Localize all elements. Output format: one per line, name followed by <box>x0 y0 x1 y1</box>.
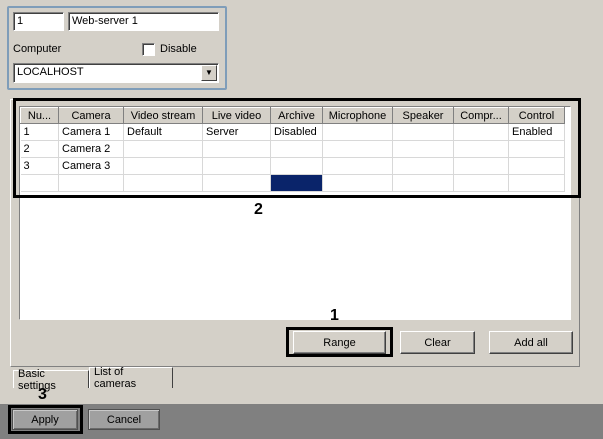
server-name-field[interactable]: Web-server 1 <box>68 12 219 31</box>
callout-number-2: 2 <box>254 201 263 218</box>
chevron-down-icon[interactable]: ▼ <box>201 65 217 81</box>
computer-select[interactable]: LOCALHOST <box>13 63 219 83</box>
computer-label: Computer <box>13 43 62 55</box>
tab-list-of-cameras[interactable]: List of cameras <box>89 366 173 390</box>
callout-box-table <box>13 98 581 198</box>
tab-basic-settings[interactable]: Basic settings <box>13 368 89 392</box>
clear-button[interactable]: Clear <box>400 331 475 354</box>
add-all-button[interactable]: Add all <box>489 331 573 354</box>
server-id-field[interactable]: 1 <box>13 12 64 31</box>
apply-button[interactable]: Apply <box>12 409 78 430</box>
callout-number-1: 1 <box>330 307 339 324</box>
disable-label: Disable <box>160 43 197 55</box>
computer-select-value: LOCALHOST <box>17 66 84 78</box>
callout-number-3: 3 <box>38 386 47 403</box>
disable-checkbox[interactable] <box>142 43 155 56</box>
cancel-button[interactable]: Cancel <box>88 409 160 430</box>
range-button[interactable]: Range <box>293 331 386 354</box>
